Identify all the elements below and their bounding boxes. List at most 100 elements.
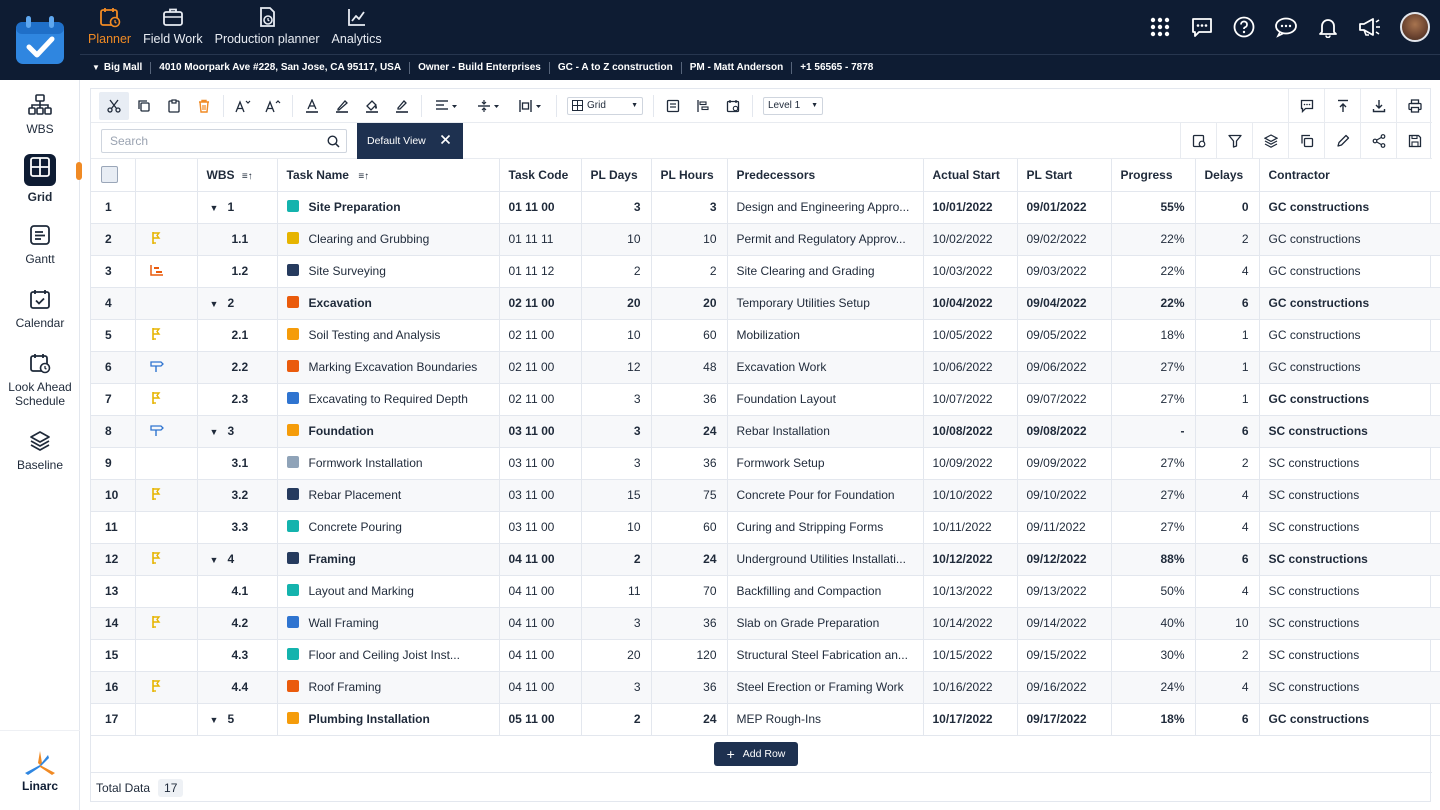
predecessors-cell[interactable]: Formwork Setup [727,447,924,480]
pl-start-cell[interactable]: 09/13/2022 [1017,575,1112,608]
contractor-cell[interactable]: SC constructions [1259,447,1440,480]
wbs-cell[interactable]: ▼ 2 [197,287,278,320]
task-code-cell[interactable]: 04 11 00 [499,671,582,704]
predecessors-cell[interactable]: Underground Utilities Installati... [727,543,924,576]
task-code-cell[interactable]: 02 11 00 [499,351,582,384]
table-row[interactable]: 7 2.3 Excavating to Required Depth 02 11 00… [91,383,1440,416]
row-number-cell[interactable]: 10 [91,479,136,512]
table-row[interactable]: 15 4.3 Floor and Ceiling Joist Inst... 04 1… [91,639,1440,672]
pl-days-cell[interactable]: 10 [581,511,652,544]
pl-start-cell[interactable]: 09/15/2022 [1017,639,1112,672]
pl-days-cell[interactable]: 3 [581,671,652,704]
select-all-checkbox-cell[interactable] [91,159,136,192]
user-avatar[interactable] [1400,12,1430,42]
sidebar-item-wbs[interactable]: WBS [0,94,80,136]
print-icon[interactable] [1396,89,1432,123]
row-flag-cell[interactable] [135,511,198,544]
wbs-cell[interactable]: 1.1 [197,223,278,256]
actual-start-cell[interactable]: 10/05/2022 [923,319,1018,352]
progress-cell[interactable]: 27% [1111,511,1196,544]
collapse-caret-icon[interactable]: ▼ [210,299,224,309]
border-style-icon[interactable] [387,92,417,120]
predecessors-cell[interactable]: Design and Engineering Appro... [727,191,924,224]
row-number-cell[interactable]: 1 [91,191,136,224]
task-code-cell[interactable]: 03 11 00 [499,511,582,544]
progress-cell[interactable]: 22% [1111,223,1196,256]
pl-start-cell[interactable]: 09/07/2022 [1017,383,1112,416]
valign-dropdown[interactable] [468,92,510,120]
task-name-cell[interactable]: Excavating to Required Depth [277,383,500,416]
contractor-cell[interactable]: SC constructions [1259,479,1440,512]
delays-cell[interactable]: 1 [1195,351,1260,384]
column-header-delays[interactable]: Delays [1195,159,1260,192]
nav-production-planner[interactable]: Production planner [209,0,326,54]
row-flag-cell[interactable] [135,639,198,672]
task-name-cell[interactable]: Excavation [277,287,500,320]
highlight-pen-icon[interactable] [327,92,357,120]
actual-start-cell[interactable]: 10/11/2022 [923,511,1018,544]
delays-cell[interactable]: 1 [1195,319,1260,352]
wbs-cell[interactable]: 1.2 [197,255,278,288]
task-code-cell[interactable]: 04 11 00 [499,639,582,672]
view-type-select[interactable]: Grid ▼ [567,96,643,115]
pl-start-cell[interactable]: 09/02/2022 [1017,223,1112,256]
pl-hours-cell[interactable]: 20 [651,287,728,320]
task-code-cell[interactable]: 02 11 00 [499,287,582,320]
task-code-cell[interactable]: 01 11 00 [499,191,582,224]
edit-pencil-icon[interactable] [1324,123,1360,159]
pl-days-cell[interactable]: 2 [581,703,652,736]
task-code-cell[interactable]: 03 11 00 [499,415,582,448]
actual-start-cell[interactable]: 10/16/2022 [923,671,1018,704]
pl-start-cell[interactable]: 09/14/2022 [1017,607,1112,640]
contractor-cell[interactable]: SC constructions [1259,575,1440,608]
table-row[interactable]: 9 3.1 Formwork Installation 03 11 00 3 36 Form… [91,447,1440,480]
view-settings-icon[interactable] [1180,123,1216,159]
sidebar-item-baseline[interactable]: Baseline [0,430,80,472]
contractor-cell[interactable]: GC constructions [1259,287,1440,320]
pl-start-cell[interactable]: 09/17/2022 [1017,703,1112,736]
fill-color-icon[interactable] [357,92,387,120]
wbs-cell[interactable]: 4.4 [197,671,278,704]
task-name-cell[interactable]: Plumbing Installation [277,703,500,736]
row-flag-cell[interactable] [135,575,198,608]
task-name-cell[interactable]: Rebar Placement [277,479,500,512]
table-row[interactable]: 3 1.2 Site Surveying 01 11 12 2 2 Site Clearin… [91,255,1440,288]
predecessors-cell[interactable]: Foundation Layout [727,383,924,416]
pl-hours-cell[interactable]: 24 [651,703,728,736]
delays-cell[interactable]: 6 [1195,287,1260,320]
pl-hours-cell[interactable]: 36 [651,671,728,704]
actual-start-cell[interactable]: 10/01/2022 [923,191,1018,224]
delays-cell[interactable]: 4 [1195,511,1260,544]
pl-hours-cell[interactable]: 3 [651,191,728,224]
task-code-cell[interactable]: 03 11 00 [499,447,582,480]
actual-start-cell[interactable]: 10/09/2022 [923,447,1018,480]
pl-hours-cell[interactable]: 2 [651,255,728,288]
task-name-cell[interactable]: Site Surveying [277,255,500,288]
pl-days-cell[interactable]: 10 [581,223,652,256]
pl-days-cell[interactable]: 3 [581,383,652,416]
pl-start-cell[interactable]: 09/11/2022 [1017,511,1112,544]
predecessors-cell[interactable]: Steel Erection or Framing Work [727,671,924,704]
table-row[interactable]: 12 ▼ 4 Framing 04 11 00 2 24 Underground Utilit… [91,543,1440,576]
column-header-task-code[interactable]: Task Code [499,159,582,192]
table-row[interactable]: 8 ▼ 3 Foundation 03 11 00 3 24 Rebar Installati… [91,415,1440,448]
pl-days-cell[interactable]: 15 [581,479,652,512]
task-code-cell[interactable]: 02 11 00 [499,383,582,416]
predecessors-cell[interactable]: Excavation Work [727,351,924,384]
project-selector[interactable]: ▼ Big Mall [92,61,152,74]
row-number-cell[interactable]: 11 [91,511,136,544]
schedule-icon[interactable] [718,92,748,120]
nav-planner[interactable]: Planner [82,0,137,54]
download-icon[interactable] [1360,89,1396,123]
actual-start-cell[interactable]: 10/08/2022 [923,415,1018,448]
wbs-cell[interactable]: ▼ 5 [197,703,278,736]
wbs-cell[interactable]: 4.3 [197,639,278,672]
pl-start-cell[interactable]: 09/08/2022 [1017,415,1112,448]
search-input[interactable]: Search [101,129,347,153]
row-flag-cell[interactable] [135,607,198,640]
progress-cell[interactable]: 27% [1111,383,1196,416]
column-header-predecessors[interactable]: Predecessors [727,159,924,192]
contractor-cell[interactable]: GC constructions [1259,351,1440,384]
task-name-cell[interactable]: Concrete Pouring [277,511,500,544]
delays-cell[interactable]: 2 [1195,639,1260,672]
